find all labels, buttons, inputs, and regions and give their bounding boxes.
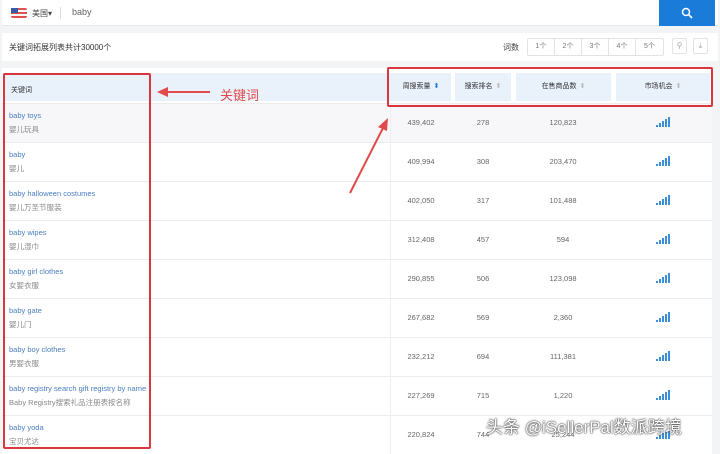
annotation-label: 关键词 bbox=[220, 88, 260, 103]
diagonal-arrow-icon bbox=[349, 118, 388, 194]
left-arrow-icon bbox=[157, 87, 210, 97]
watermark: 头条 @iSellerPal数派跨境 bbox=[486, 418, 682, 437]
annotation-arrows bbox=[157, 87, 388, 194]
